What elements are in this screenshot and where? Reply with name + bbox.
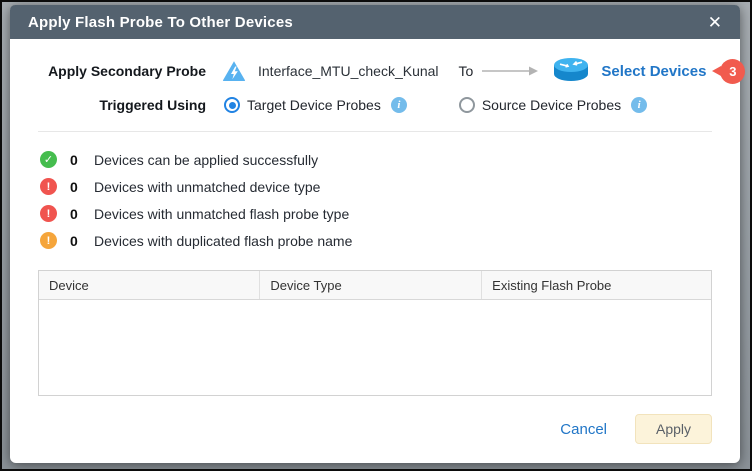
- to-label: To: [459, 63, 474, 79]
- section-divider: [38, 131, 712, 132]
- status-row-unmatched-flash-probe-type: ! 0 Devices with unmatched flash probe t…: [38, 200, 712, 227]
- status-count: 0: [70, 179, 82, 195]
- source-probe-name: Interface_MTU_check_Kunal: [258, 63, 439, 79]
- dialog-body: Apply Secondary Probe Interface_MTU_chec…: [10, 55, 740, 444]
- step-badge: 3: [720, 59, 745, 84]
- radio-target-label[interactable]: Target Device Probes: [247, 97, 381, 113]
- close-icon[interactable]: ✕: [708, 14, 722, 31]
- router-icon: [551, 56, 591, 86]
- devices-table-body: [39, 300, 711, 396]
- status-count: 0: [70, 233, 82, 249]
- status-row-success: ✓ 0 Devices can be applied successfully: [38, 146, 712, 173]
- error-circle-icon: !: [40, 178, 57, 195]
- apply-secondary-probe-label: Apply Secondary Probe: [38, 63, 206, 79]
- check-circle-icon: ✓: [40, 151, 57, 168]
- status-count: 0: [70, 152, 82, 168]
- radio-source-label[interactable]: Source Device Probes: [482, 97, 621, 113]
- triggered-using-label: Triggered Using: [38, 97, 206, 113]
- status-count: 0: [70, 206, 82, 222]
- info-icon[interactable]: i: [631, 97, 647, 113]
- column-header-existing-flash-probe[interactable]: Existing Flash Probe: [481, 271, 711, 299]
- apply-button[interactable]: Apply: [635, 414, 712, 444]
- select-devices-link[interactable]: Select Devices: [601, 63, 706, 80]
- status-text: Devices can be applied successfully: [94, 152, 318, 168]
- radio-selected-icon[interactable]: [224, 97, 240, 113]
- warning-circle-icon: !: [40, 232, 57, 249]
- status-text: Devices with unmatched device type: [94, 179, 320, 195]
- status-text: Devices with duplicated flash probe name: [94, 233, 352, 249]
- status-row-unmatched-device-type: ! 0 Devices with unmatched device type: [38, 173, 712, 200]
- trigger-row: Triggered Using Target Device Probes i S…: [38, 91, 712, 119]
- apply-flash-probe-dialog: Apply Flash Probe To Other Devices ✕ App…: [10, 5, 740, 463]
- dialog-title: Apply Flash Probe To Other Devices: [28, 14, 293, 31]
- devices-table: Device Device Type Existing Flash Probe: [38, 270, 712, 396]
- dialog-header: Apply Flash Probe To Other Devices ✕: [10, 5, 740, 39]
- radio-target-device-probes[interactable]: Target Device Probes i: [224, 97, 407, 113]
- cancel-button[interactable]: Cancel: [560, 421, 607, 438]
- flash-probe-icon: [222, 60, 246, 82]
- radio-unselected-icon[interactable]: [459, 97, 475, 113]
- devices-table-header: Device Device Type Existing Flash Probe: [39, 271, 711, 300]
- info-icon[interactable]: i: [391, 97, 407, 113]
- status-text: Devices with unmatched flash probe type: [94, 206, 349, 222]
- screen-background: Apply Flash Probe To Other Devices ✕ App…: [0, 0, 752, 471]
- dialog-footer: Cancel Apply: [38, 414, 712, 444]
- column-header-device[interactable]: Device: [39, 271, 259, 299]
- arrow-right-icon: [481, 65, 539, 77]
- column-header-device-type[interactable]: Device Type: [259, 271, 481, 299]
- status-row-duplicated-flash-probe-name: ! 0 Devices with duplicated flash probe …: [38, 227, 712, 254]
- probe-row: Apply Secondary Probe Interface_MTU_chec…: [38, 55, 712, 87]
- error-circle-icon: !: [40, 205, 57, 222]
- status-summary-list: ✓ 0 Devices can be applied successfully …: [38, 146, 712, 254]
- radio-source-device-probes[interactable]: Source Device Probes i: [459, 97, 647, 113]
